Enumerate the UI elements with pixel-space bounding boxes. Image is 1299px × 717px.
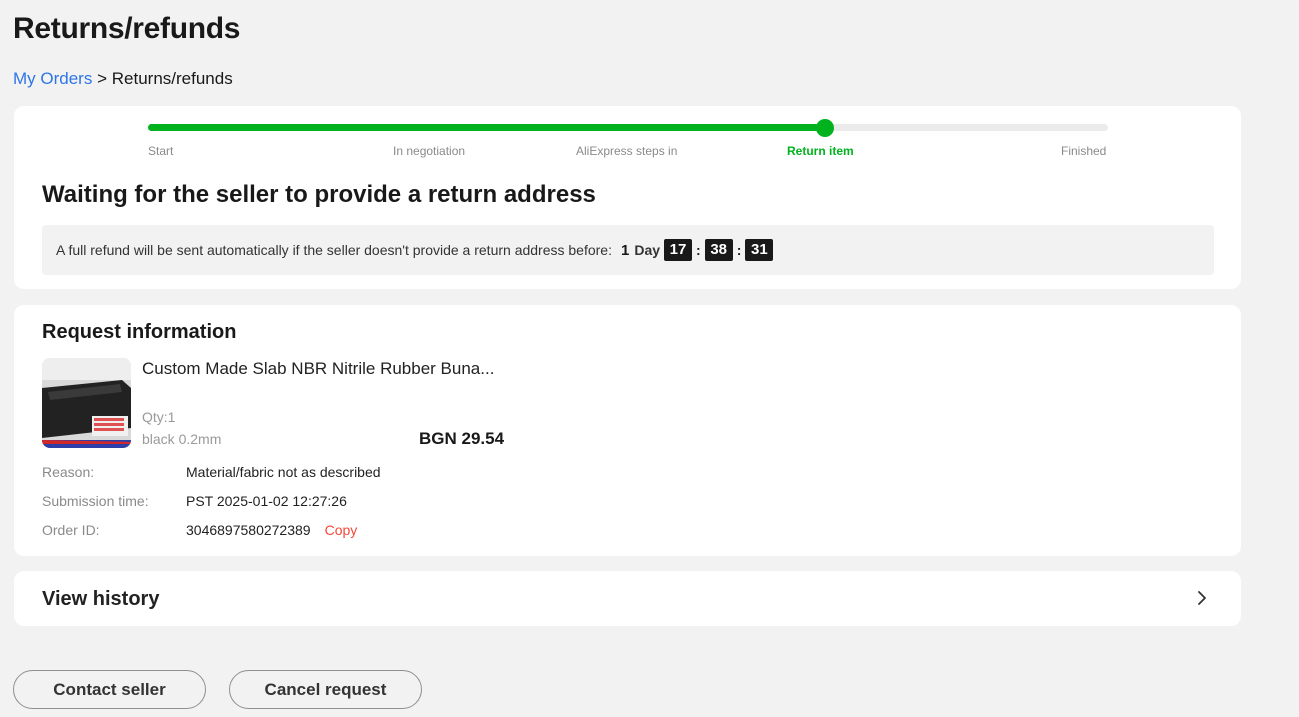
product-name[interactable]: Custom Made Slab NBR Nitrile Rubber Buna… xyxy=(142,359,494,379)
breadcrumb: My Orders > Returns/refunds xyxy=(13,69,233,89)
page-title: Returns/refunds xyxy=(13,12,241,45)
countdown-seconds: 31 xyxy=(745,239,774,261)
progress-fill xyxy=(148,124,825,131)
cancel-request-button[interactable]: Cancel request xyxy=(229,670,422,709)
step-finished: Finished xyxy=(1061,144,1107,158)
refund-notice: A full refund will be sent automatically… xyxy=(42,225,1214,275)
product-quantity: Qty:1 xyxy=(142,409,176,425)
breadcrumb-separator: > xyxy=(97,69,108,88)
info-row-order-id: Order ID: 3046897580272389 Copy xyxy=(42,522,357,538)
countdown-separator: : xyxy=(736,242,742,258)
product-sku: black 0.2mm xyxy=(142,431,222,447)
chevron-right-icon xyxy=(1198,591,1206,605)
countdown-timer: 1 Day 17 : 38 : 31 xyxy=(620,239,774,261)
countdown-separator: : xyxy=(696,242,701,258)
breadcrumb-my-orders-link[interactable]: My Orders xyxy=(13,69,92,88)
info-row-reason: Reason: Material/fabric not as described xyxy=(42,464,381,480)
progress-track xyxy=(148,119,1108,137)
countdown-days: 1 xyxy=(620,241,630,259)
submission-time-label: Submission time: xyxy=(42,493,149,509)
status-title: Waiting for the seller to provide a retu… xyxy=(42,181,596,208)
step-return-item: Return item xyxy=(787,144,854,158)
contact-seller-button[interactable]: Contact seller xyxy=(13,670,206,709)
progress-card: Start In negotiation AliExpress steps in… xyxy=(14,106,1241,289)
product-price: BGN 29.54 xyxy=(419,429,505,448)
countdown-minutes: 38 xyxy=(704,239,733,261)
request-info-card: Request information Custom Made Slab NBR… xyxy=(14,305,1241,556)
submission-time-value: PST 2025-01-02 12:27:26 xyxy=(186,493,347,509)
countdown-day-label: Day xyxy=(634,242,661,258)
view-history-row[interactable]: View history xyxy=(14,571,1241,626)
step-in-negotiation: In negotiation xyxy=(393,144,466,158)
request-info-title: Request information xyxy=(42,321,237,343)
progress-current-dot xyxy=(815,119,834,137)
countdown-hours: 17 xyxy=(664,239,693,261)
view-history-label: View history xyxy=(42,588,160,610)
copy-order-id-button[interactable]: Copy xyxy=(325,522,358,538)
order-id-value: 3046897580272389 xyxy=(186,522,311,538)
reason-value: Material/fabric not as described xyxy=(186,464,381,480)
order-id-label: Order ID: xyxy=(42,522,100,538)
rubber-sheet-product-image xyxy=(42,358,131,448)
step-aliexpress-steps-in: AliExpress steps in xyxy=(576,144,678,158)
info-row-submission-time: Submission time: PST 2025-01-02 12:27:26 xyxy=(42,493,347,509)
step-start: Start xyxy=(148,144,174,158)
refund-notice-text: A full refund will be sent automatically… xyxy=(56,242,612,258)
breadcrumb-current: Returns/refunds xyxy=(111,69,233,88)
reason-label: Reason: xyxy=(42,464,95,480)
product-image[interactable] xyxy=(42,358,131,448)
